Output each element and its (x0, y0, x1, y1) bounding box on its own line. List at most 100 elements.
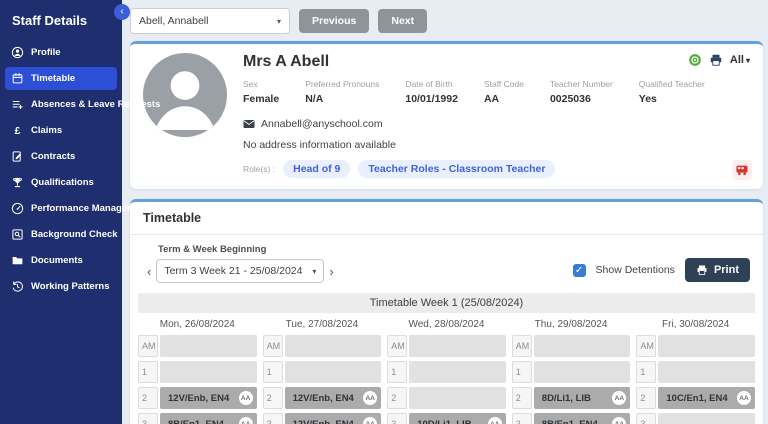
field-value: N/A (305, 93, 324, 105)
sidebar-item-documents[interactable]: Documents (5, 249, 117, 272)
status-icon[interactable] (688, 53, 702, 67)
sidebar-item-label: Performance Management (31, 203, 150, 214)
empty-cell (658, 413, 755, 424)
day-header: Tue, 27/08/2024 (285, 319, 359, 330)
sidebar-item-working-patterns[interactable]: Working Patterns (5, 275, 117, 298)
field-label: Preferred Pronouns (305, 79, 380, 89)
role-pill: Head of 9 (283, 160, 351, 178)
period-row: 1 (138, 361, 257, 383)
period-row: 3 8B/En1, EN4 AA (138, 413, 257, 424)
show-detentions-checkbox[interactable]: ✓ (572, 263, 586, 277)
period-label-cell: 2 (387, 387, 408, 409)
day-header: Wed, 28/08/2024 (408, 319, 485, 330)
term-week-value: Term 3 Week 21 - 25/08/2024 (164, 265, 303, 277)
working-patterns-icon (11, 280, 24, 293)
timetable-grid: Mon, 26/08/2024 AM 1 2 12V/Enb, EN4 AA 3 8B/En1… (138, 315, 755, 424)
period-row: 2 10C/En1, EN4 AA (636, 387, 755, 409)
day-column: Thu, 29/08/2024 AM 1 2 8D/Li1, LIB AA 3 8B/En1,… (511, 315, 631, 424)
next-week-button[interactable]: › (328, 265, 334, 278)
absences-icon (11, 98, 24, 111)
sidebar-item-timetable[interactable]: Timetable (5, 67, 117, 90)
envelope-icon (243, 119, 255, 129)
staff-name: Mrs A Abell (243, 53, 330, 70)
print-button-label: Print (713, 264, 739, 276)
day-header: Fri, 30/08/2024 (662, 319, 730, 330)
period-label-cell: 2 (138, 387, 158, 409)
lesson-text: 10C/En1, EN4 (666, 392, 728, 404)
sidebar-item-label: Documents (31, 255, 83, 266)
timetable-card: Timetable Term & Week Beginning ‹ Term 3… (130, 199, 763, 424)
sidebar-item-qualifications[interactable]: Qualifications (5, 171, 117, 194)
empty-cell (658, 335, 755, 357)
chevron-down-icon: ▾ (276, 16, 281, 26)
period-label-cell: AM (387, 335, 408, 357)
period-label-cell: 1 (138, 361, 158, 383)
empty-cell (409, 387, 506, 409)
empty-cell (409, 361, 506, 383)
period-label-cell: 2 (636, 387, 657, 409)
chevron-down-icon: ▾ (312, 266, 317, 276)
period-label-cell: 1 (511, 361, 532, 383)
role-pill: Teacher Roles - Classroom Teacher (358, 160, 556, 178)
sidebar: ‹ Staff Details Profile Timetable Absences… (0, 0, 160, 424)
lesson-cell: 8D/Li1, LIB AA (533, 387, 631, 409)
period-row: 2 12V/Enb, EN4 AA (262, 387, 382, 409)
contracts-icon (11, 150, 24, 163)
sidebar-nav: Profile Timetable Absences & Leave Request… (0, 41, 160, 298)
print-profile-icon[interactable] (709, 53, 723, 67)
sidebar-item-background-check[interactable]: Background Check (5, 223, 118, 246)
empty-cell (533, 335, 631, 357)
profile-field-qualified-teacher: Qualified Teacher Yes (639, 79, 705, 105)
print-button[interactable]: Print (684, 258, 750, 282)
lesson-cell: 12V/Enb, EN4 AA (284, 413, 382, 424)
sidebar-item-label: Working Patterns (31, 281, 110, 292)
term-week-select[interactable]: Term 3 Week 21 - 25/08/2024 ▾ (156, 259, 325, 283)
period-label-cell: AM (511, 335, 532, 357)
field-value: Female (243, 93, 280, 105)
empty-cell (160, 335, 257, 357)
sidebar-item-label: Profile (31, 47, 61, 58)
lesson-text: 8B/En1, EN4 (541, 418, 598, 424)
lesson-cell: 8B/En1, EN4 AA (533, 413, 631, 424)
staff-select[interactable]: Abell, Annabell ▾ (130, 8, 290, 34)
lesson-cell: 10C/En1, EN4 AA (658, 387, 755, 409)
sidebar-item-contracts[interactable]: Contracts (5, 145, 117, 168)
field-value: AA (483, 93, 500, 105)
period-row: AM (636, 335, 755, 357)
profile-field-staff-code: Staff Code AA (484, 79, 524, 105)
previous-button[interactable]: Previous (299, 9, 370, 33)
period-row: 1 (511, 361, 631, 383)
profile-field-date-of-birth: Date of Birth 10/01/1992 (405, 79, 458, 105)
field-value: Yes (638, 93, 657, 105)
documents-icon (11, 254, 24, 267)
lesson-cell: 10D/Li1, LIB AA (409, 413, 506, 424)
period-row: 3 12V/Enb, EN4 AA (262, 413, 382, 424)
empty-cell (409, 335, 506, 357)
sidebar-collapse-button[interactable]: ‹ (114, 4, 130, 20)
minibus-icon[interactable] (732, 160, 752, 180)
svg-text:£: £ (15, 126, 21, 137)
week-title: Timetable Week 1 (25/08/2024) (138, 293, 755, 313)
period-label-cell: 1 (387, 361, 408, 383)
show-detentions-label: Show Detentions (595, 264, 675, 276)
previous-week-button[interactable]: ‹ (146, 265, 152, 278)
period-label-cell: 1 (636, 361, 657, 383)
sidebar-item-label: Background Check (31, 229, 118, 240)
lesson-text: 8D/Li1, LIB (541, 392, 591, 404)
profile-icon (11, 46, 24, 59)
next-button[interactable]: Next (378, 9, 428, 33)
period-label-cell: 2 (262, 387, 283, 409)
period-label-cell: AM (262, 335, 283, 357)
field-value: 10/01/1992 (405, 93, 458, 105)
term-week-controls: Term & Week Beginning ‹ Term 3 Week 21 -… (146, 244, 335, 283)
all-filter-dropdown[interactable]: All ▾ (730, 54, 750, 66)
sidebar-item-claims[interactable]: £ Claims (5, 119, 117, 142)
address-note: No address information available (243, 139, 396, 151)
sidebar-item-absences-leave-requests[interactable]: Absences & Leave Requests (5, 93, 160, 116)
lesson-text: 8B/En1, EN4 (168, 418, 224, 424)
qualifications-icon (11, 176, 24, 189)
profile-field-preferred-pronouns: Preferred Pronouns N/A (305, 79, 379, 105)
sidebar-item-performance-management[interactable]: Performance Management (5, 197, 150, 220)
empty-cell (160, 361, 257, 383)
sidebar-item-profile[interactable]: Profile (5, 41, 117, 64)
